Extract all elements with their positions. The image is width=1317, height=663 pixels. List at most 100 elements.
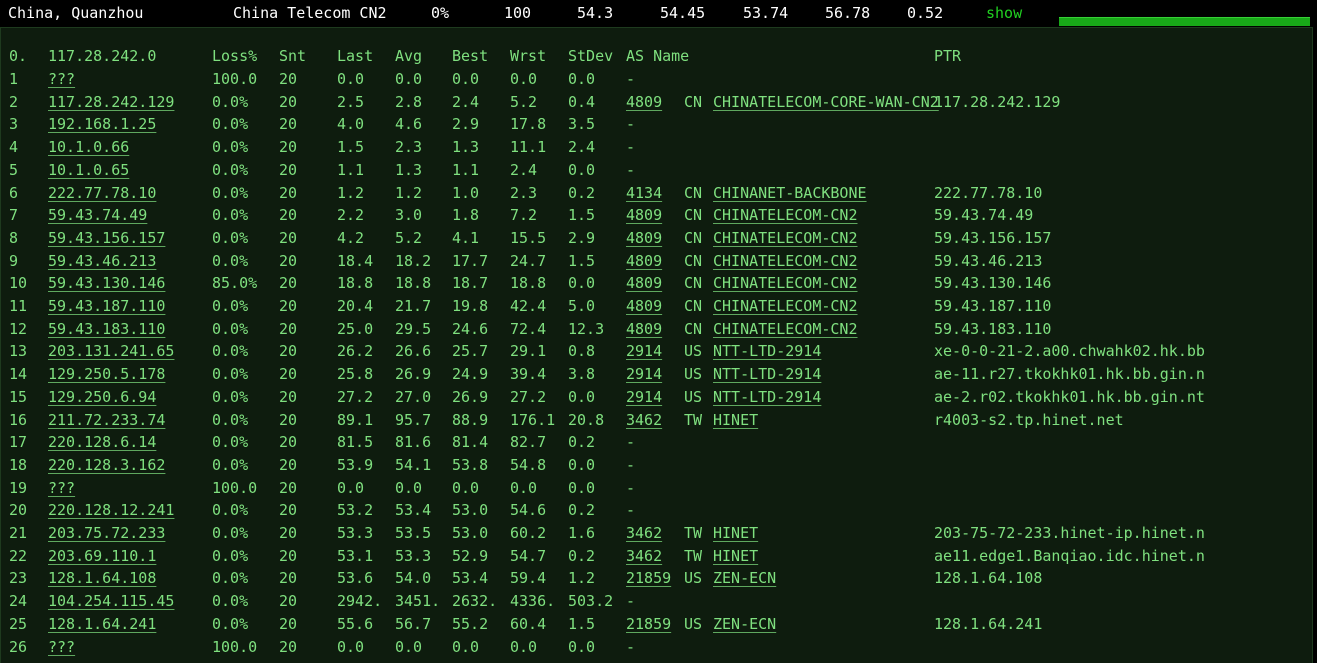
hop-snt: 20 bbox=[279, 637, 298, 656]
hop-host[interactable]: 203.69.110.1 bbox=[48, 547, 156, 565]
hop-country: CN bbox=[684, 228, 703, 247]
hop-wrst: 0.0 bbox=[510, 637, 538, 656]
hop-asn[interactable]: 4809 bbox=[626, 206, 662, 224]
hop-asn[interactable]: 2914 bbox=[626, 365, 662, 383]
hop-as-name[interactable]: CHINATELECOM-CN2 bbox=[713, 274, 858, 292]
hop-asn[interactable]: 4809 bbox=[626, 297, 662, 315]
hop-as-name[interactable]: NTT-LTD-2914 bbox=[713, 342, 821, 360]
hop-host[interactable]: 192.168.1.25 bbox=[48, 115, 156, 133]
hop-host[interactable]: 59.43.74.49 bbox=[48, 206, 147, 224]
hop-as-name[interactable]: CHINATELECOM-CN2 bbox=[713, 320, 858, 338]
hop-asn[interactable]: 3462 bbox=[626, 547, 662, 565]
hop-loss: 0.0% bbox=[212, 524, 249, 542]
hop-snt: 20 bbox=[279, 206, 298, 225]
hop-wrst: 39.4 bbox=[510, 365, 547, 384]
hop-ptr: 128.1.64.241 bbox=[934, 614, 1043, 633]
hop-asn[interactable]: 4809 bbox=[626, 252, 662, 270]
hop-index: 20 bbox=[9, 501, 28, 520]
hop-loss: 0.0% bbox=[212, 365, 249, 384]
hop-asn[interactable]: 4809 bbox=[626, 229, 662, 247]
hop-snt: 20 bbox=[279, 115, 298, 134]
hop-asn[interactable]: 21859 bbox=[626, 615, 671, 633]
hop-asn: - bbox=[626, 115, 636, 134]
hop-host[interactable]: 129.250.6.94 bbox=[48, 388, 156, 406]
hop-as-name[interactable]: CHINATELECOM-CORE-WAN-CN2 bbox=[713, 93, 939, 111]
hop-wrst: 18.8 bbox=[510, 274, 547, 293]
hop-host[interactable]: 10.1.0.65 bbox=[48, 161, 129, 179]
table-row: 5 10.1.0.65 0.0% 20 1.1 1.3 1.1 2.4 0.0 - bbox=[1, 159, 1312, 181]
hop-last: 2.2 bbox=[337, 206, 365, 225]
header-stdev: StDev bbox=[568, 47, 614, 65]
hop-last: 1.5 bbox=[337, 138, 365, 157]
table-row: 1??? 100.0 20 0.0 0.0 0.0 0.0 0.0 - bbox=[1, 68, 1312, 90]
hop-country: CN bbox=[684, 297, 703, 315]
hop-as-name[interactable]: CHINATELECOM-CN2 bbox=[713, 229, 858, 247]
hop-avg: 27.0 bbox=[395, 387, 432, 406]
hop-index: 1 bbox=[9, 70, 19, 88]
hop-loss: 0.0% bbox=[212, 206, 249, 225]
hop-host[interactable]: 203.131.241.65 bbox=[48, 342, 174, 360]
hop-as-name[interactable]: HINET bbox=[713, 547, 758, 565]
hop-host[interactable]: ??? bbox=[48, 479, 75, 497]
hop-host[interactable]: ??? bbox=[48, 638, 75, 656]
hop-host[interactable]: 117.28.242.129 bbox=[48, 93, 174, 111]
hop-avg: 21.7 bbox=[395, 297, 432, 315]
hop-asn[interactable]: 4809 bbox=[626, 93, 662, 111]
hop-wrst: 2.3 bbox=[510, 183, 538, 202]
hop-asn[interactable]: 4134 bbox=[626, 184, 662, 202]
hop-as-name[interactable]: HINET bbox=[713, 411, 758, 429]
hop-host[interactable]: 59.43.187.110 bbox=[48, 297, 165, 315]
show-link[interactable]: show bbox=[986, 4, 1022, 23]
hop-asn[interactable]: 3462 bbox=[626, 411, 662, 429]
hop-host[interactable]: 220.128.3.162 bbox=[48, 456, 165, 474]
hop-host[interactable]: 220.128.6.14 bbox=[48, 433, 156, 451]
hop-host[interactable]: 10.1.0.66 bbox=[48, 138, 129, 156]
hop-host[interactable]: 128.1.64.241 bbox=[48, 615, 156, 633]
hop-asn[interactable]: 4809 bbox=[626, 320, 662, 338]
hop-as-name[interactable]: HINET bbox=[713, 524, 758, 542]
hop-as-name[interactable]: NTT-LTD-2914 bbox=[713, 388, 821, 406]
hop-as-name[interactable]: NTT-LTD-2914 bbox=[713, 365, 821, 383]
hop-loss: 0.0% bbox=[212, 455, 249, 474]
hop-index: 10 bbox=[9, 274, 28, 293]
hop-avg: 3.0 bbox=[395, 206, 423, 225]
hop-as-name[interactable]: ZEN-ECN bbox=[713, 569, 776, 587]
hop-host[interactable]: 220.128.12.241 bbox=[48, 501, 174, 519]
hop-host[interactable]: 222.77.78.10 bbox=[48, 184, 156, 202]
hop-as-name[interactable]: CHINATELECOM-CN2 bbox=[713, 297, 858, 315]
hop-best: 24.9 bbox=[452, 365, 489, 384]
hop-host[interactable]: 129.250.5.178 bbox=[48, 365, 165, 383]
hop-host[interactable]: 211.72.233.74 bbox=[48, 411, 165, 429]
hop-host[interactable]: ??? bbox=[48, 70, 75, 88]
hop-best: 81.4 bbox=[452, 433, 489, 452]
hop-snt: 20 bbox=[279, 138, 298, 157]
hop-host[interactable]: 59.43.183.110 bbox=[48, 320, 165, 338]
hop-wrst: 15.5 bbox=[510, 228, 547, 247]
header-index: 0. bbox=[9, 47, 28, 65]
hop-host[interactable]: 59.43.46.213 bbox=[48, 252, 156, 270]
hop-best: 53.4 bbox=[452, 569, 489, 588]
hop-as-name[interactable]: CHINANET-BACKBONE bbox=[713, 184, 867, 202]
hop-index: 16 bbox=[9, 410, 28, 429]
hop-asn[interactable]: 2914 bbox=[626, 342, 662, 360]
hop-host[interactable]: 203.75.72.233 bbox=[48, 524, 165, 542]
header-target-host[interactable]: 117.28.242.0 bbox=[48, 47, 156, 65]
hop-avg: 3451. bbox=[395, 592, 441, 611]
hop-loss: 0.0% bbox=[212, 342, 249, 361]
hop-host[interactable]: 104.254.115.45 bbox=[48, 592, 174, 610]
hop-as-name[interactable]: CHINATELECOM-CN2 bbox=[713, 252, 858, 270]
hop-host[interactable]: 59.43.156.157 bbox=[48, 229, 165, 247]
hop-asn[interactable]: 21859 bbox=[626, 569, 671, 587]
hop-asn[interactable]: 2914 bbox=[626, 388, 662, 406]
hop-asn[interactable]: 4809 bbox=[626, 274, 662, 292]
hop-ptr: ae-2.r02.tkokhk01.hk.bb.gin.nt bbox=[934, 387, 1205, 406]
summary-avg: 54.45 bbox=[660, 4, 706, 22]
hop-host[interactable]: 128.1.64.108 bbox=[48, 569, 156, 587]
hop-avg: 1.2 bbox=[395, 183, 423, 202]
summary-last: 54.3 bbox=[577, 4, 614, 22]
hop-wrst: 60.2 bbox=[510, 524, 547, 542]
hop-asn[interactable]: 3462 bbox=[626, 524, 662, 542]
hop-host[interactable]: 59.43.130.146 bbox=[48, 274, 165, 292]
hop-as-name[interactable]: CHINATELECOM-CN2 bbox=[713, 206, 858, 224]
hop-as-name[interactable]: ZEN-ECN bbox=[713, 615, 776, 633]
